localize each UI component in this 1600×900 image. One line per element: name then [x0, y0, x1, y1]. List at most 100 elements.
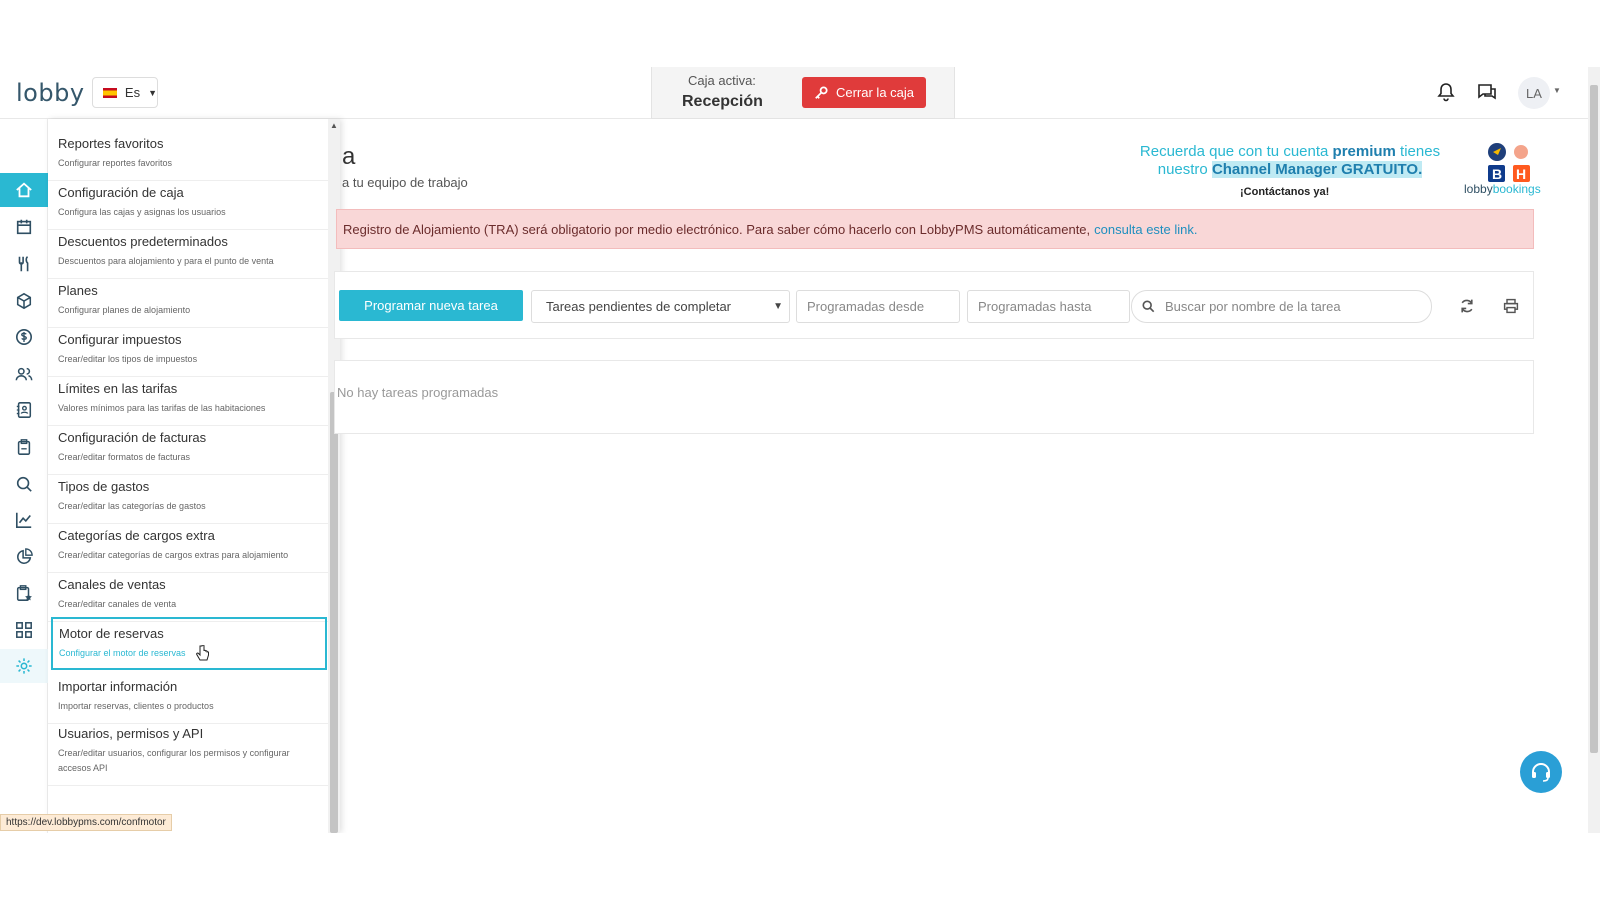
- print-icon[interactable]: [1501, 296, 1521, 316]
- chevron-down-icon: ▼: [773, 301, 783, 312]
- menu-scroll-thumb[interactable]: [330, 392, 338, 833]
- menu-item-title: Límites en las tarifas: [58, 381, 178, 396]
- menu-item-subtitle: Crear/editar canales de venta: [58, 599, 177, 609]
- bell-icon[interactable]: [1434, 80, 1458, 104]
- date-to-input[interactable]: Programadas hasta: [967, 290, 1130, 323]
- chat-icon[interactable]: [1475, 80, 1499, 104]
- menu-item-subtitle: Crear/editar usuarios, configurar los pe…: [58, 748, 290, 773]
- menu-item-title: Canales de ventas: [58, 577, 166, 592]
- menu-item-subtitle: Configurar planes de alojamiento: [58, 305, 191, 315]
- contacts-icon[interactable]: [0, 393, 48, 427]
- menu-item-title: Configuración de facturas: [58, 430, 207, 445]
- box-icon[interactable]: [0, 284, 48, 318]
- menu-item-subtitle: Descuentos para alojamiento y para el pu…: [58, 256, 274, 266]
- language-selector[interactable]: Es ▼: [92, 77, 158, 108]
- lobby-logo[interactable]: lobby: [16, 79, 85, 107]
- menu-item-descuentos[interactable]: Descuentos predeterminados Descuentos pa…: [48, 225, 328, 279]
- main-content: a a tu equipo de trabajo Recuerda que co…: [334, 119, 1580, 833]
- promo-text: nuestro: [1157, 161, 1212, 178]
- page-title: a: [342, 143, 356, 170]
- promo-premium: premium: [1332, 143, 1396, 160]
- menu-item-planes[interactable]: Planes Configurar planes de alojamiento: [48, 274, 328, 328]
- status-bar-url: https://dev.lobbypms.com/confmotor: [0, 814, 172, 831]
- premium-promo[interactable]: Recuerda que con tu cuenta premium tiene…: [1120, 143, 1460, 179]
- brand-part-a: lobby: [1464, 182, 1493, 196]
- clipboard-icon[interactable]: [0, 430, 48, 464]
- menu-item-canales-ventas[interactable]: Canales de ventas Crear/editar canales d…: [48, 568, 328, 622]
- svg-text:B: B: [1492, 166, 1502, 182]
- menu-item-subtitle: Crear/editar los tipos de impuestos: [58, 354, 198, 364]
- menu-item-title: Configurar impuestos: [58, 332, 182, 347]
- promo-text: Recuerda que con tu cuenta: [1139, 143, 1333, 160]
- alert-link[interactable]: consulta este link.: [1094, 222, 1197, 237]
- promo-contact-cta[interactable]: ¡Contáctanos ya!: [1240, 186, 1329, 198]
- date-from-input[interactable]: Programadas desde: [796, 290, 960, 323]
- task-list-empty: No hay tareas programadas: [334, 360, 1534, 434]
- menu-item-subtitle: Crear/editar categorías de cargos extras…: [58, 550, 289, 560]
- scroll-up-icon[interactable]: ▲: [330, 121, 338, 130]
- tra-alert-banner: Registro de Alojamiento (TRA) será oblig…: [336, 209, 1534, 249]
- menu-item-facturas[interactable]: Configuración de facturas Crear/editar f…: [48, 421, 328, 475]
- chevron-down-icon: ▼: [148, 87, 157, 98]
- brand-part-b: bookings: [1492, 182, 1541, 196]
- menu-item-title: Reportes favoritos: [58, 136, 164, 151]
- refresh-icon[interactable]: [1457, 296, 1477, 316]
- promo-highlight: Channel Manager GRATUITO.: [1211, 161, 1423, 178]
- restaurant-icon[interactable]: [0, 247, 48, 281]
- menu-item-title: Descuentos predeterminados: [58, 234, 228, 249]
- spain-flag-icon: [103, 87, 117, 98]
- app-window: lobby Es ▼ Caja activa: Recepción Cerrar…: [0, 67, 1600, 833]
- menu-item-subtitle: Valores mínimos para las tarifas de las …: [58, 403, 266, 413]
- menu-item-limites-tarifas[interactable]: Límites en las tarifas Valores mínimos p…: [48, 372, 328, 426]
- menu-item-motor-reservas[interactable]: Motor de reservas Configurar el motor de…: [51, 617, 327, 670]
- key-icon: [815, 85, 828, 99]
- page-scroll-thumb[interactable]: [1590, 85, 1598, 753]
- task-search-input[interactable]: Buscar por nombre de la tarea: [1131, 290, 1432, 323]
- menu-item-subtitle: Configura las cajas y asignas los usuari…: [58, 207, 226, 217]
- menu-item-title: Motor de reservas: [59, 626, 164, 641]
- menu-item-configuracion-caja[interactable]: Configuración de caja Configura las caja…: [48, 176, 328, 230]
- menu-item-title: Usuarios, permisos y API: [58, 726, 204, 741]
- menu-item-title: Configuración de caja: [58, 185, 184, 200]
- menu-item-importar-informacion[interactable]: Importar información Importar reservas, …: [48, 670, 328, 724]
- menu-item-reportes-favoritos[interactable]: Reportes favoritos Configurar reportes f…: [48, 127, 328, 181]
- menu-item-tipos-gastos[interactable]: Tipos de gastos Crear/editar las categor…: [48, 470, 328, 524]
- left-icon-rail: [0, 119, 48, 833]
- menu-item-subtitle: Configurar reportes favoritos: [58, 158, 173, 168]
- menu-item-title: Planes: [58, 283, 98, 298]
- users-icon[interactable]: [0, 357, 48, 391]
- menu-item-subtitle: Crear/editar formatos de facturas: [58, 452, 191, 462]
- home-icon[interactable]: [0, 173, 48, 207]
- clipboard-star-icon[interactable]: [0, 576, 48, 610]
- cash-label: Caja activa:: [688, 73, 756, 88]
- menu-item-title: Categorías de cargos extra: [58, 528, 215, 543]
- cash-value: Recepción: [682, 93, 763, 110]
- support-chat-button[interactable]: [1520, 751, 1562, 793]
- menu-item-cargos-extra[interactable]: Categorías de cargos extra Crear/editar …: [48, 519, 328, 573]
- promo-text: tienes: [1395, 143, 1441, 160]
- active-cash-panel: Caja activa: Recepción Cerrar la caja: [651, 67, 955, 119]
- line-chart-icon[interactable]: [0, 503, 48, 537]
- page-scrollbar[interactable]: [1588, 67, 1600, 833]
- headset-icon: [1532, 763, 1550, 782]
- grid-icon[interactable]: [0, 613, 48, 647]
- dollar-icon[interactable]: [0, 320, 48, 354]
- language-label: Es: [124, 85, 141, 100]
- empty-message: No hay tareas programadas: [337, 385, 499, 400]
- search-icon[interactable]: [0, 467, 48, 501]
- close-cash-button[interactable]: Cerrar la caja: [802, 77, 926, 108]
- menu-item-subtitle: Crear/editar las categorías de gastos: [58, 501, 206, 511]
- task-status-select[interactable]: Tareas pendientes de completar ▼: [531, 290, 790, 323]
- gear-icon[interactable]: [0, 649, 48, 683]
- user-avatar[interactable]: LA: [1518, 77, 1550, 109]
- menu-item-impuestos[interactable]: Configurar impuestos Crear/editar los ti…: [48, 323, 328, 377]
- task-toolbar: Programar nueva tarea Tareas pendientes …: [334, 271, 1534, 339]
- pie-chart-icon[interactable]: [0, 540, 48, 574]
- menu-item-title: Tipos de gastos: [58, 479, 150, 494]
- top-header: lobby Es ▼ Caja activa: Recepción Cerrar…: [0, 67, 1600, 119]
- menu-item-usuarios-api[interactable]: Usuarios, permisos y API Crear/editar us…: [48, 717, 328, 786]
- calendar-icon[interactable]: [0, 210, 48, 244]
- chevron-down-icon[interactable]: ▼: [1553, 86, 1561, 95]
- close-cash-label: Cerrar la caja: [835, 85, 915, 100]
- program-task-button[interactable]: Programar nueva tarea: [339, 290, 523, 321]
